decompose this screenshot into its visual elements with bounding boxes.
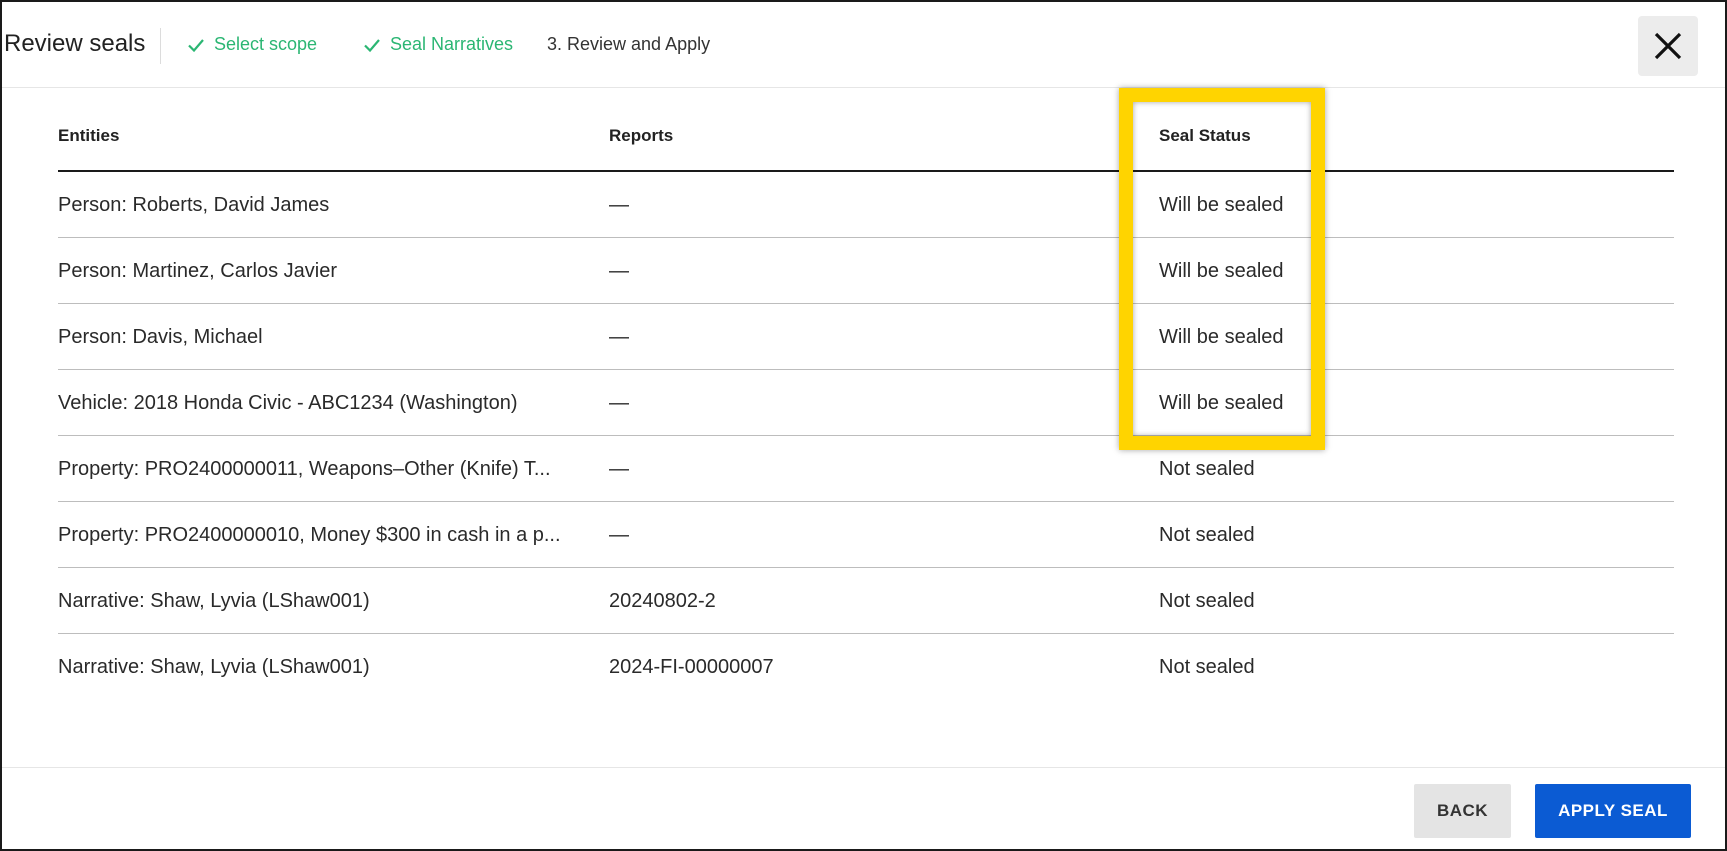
report-cell: — (609, 326, 629, 348)
entity-cell: Narrative: Shaw, Lyvia (LShaw001) (58, 656, 370, 678)
entity-cell: Person: Roberts, David James (58, 194, 330, 216)
entity-cell: Narrative: Shaw, Lyvia (LShaw001) (58, 590, 370, 612)
report-cell: — (609, 458, 629, 480)
status-cell: Will be sealed (1159, 392, 1284, 414)
report-cell: — (609, 524, 629, 546)
table-header: Entities Reports Seal Status (58, 102, 1674, 172)
step-select-scope[interactable]: Select scope (186, 34, 317, 55)
report-cell: 20240802-2 (609, 590, 716, 612)
step-review-and-apply: 3. Review and Apply (547, 34, 710, 55)
entity-cell: Person: Davis, Michael (58, 326, 263, 348)
step-label: Seal Narratives (390, 34, 514, 54)
report-cell: 2024-FI-00000007 (609, 656, 774, 678)
table-row: Person: Martinez, Carlos Javier — Will b… (58, 238, 1674, 304)
report-cell: — (609, 260, 629, 282)
entity-cell: Property: PRO2400000011, Weapons–Other (… (58, 458, 551, 480)
status-cell: Not sealed (1159, 524, 1255, 546)
dialog-footer: BACK APPLY SEAL (2, 767, 1725, 851)
step-seal-narratives[interactable]: Seal Narratives (362, 34, 513, 55)
back-button[interactable]: BACK (1414, 784, 1511, 838)
report-cell: — (609, 392, 629, 414)
table-row: Narrative: Shaw, Lyvia (LShaw001) 2024-F… (58, 634, 1674, 700)
table-row: Narrative: Shaw, Lyvia (LShaw001) 202408… (58, 568, 1674, 634)
check-icon (364, 38, 380, 52)
review-seals-dialog: Review seals Select scope Seal Narrative… (0, 0, 1727, 851)
status-cell: Not sealed (1159, 590, 1255, 612)
column-header-entities: Entities (58, 126, 120, 145)
status-cell: Will be sealed (1159, 194, 1284, 216)
table-row: Person: Roberts, David James — Will be s… (58, 172, 1674, 238)
status-cell: Will be sealed (1159, 260, 1284, 282)
column-header-reports: Reports (609, 126, 674, 145)
step-label: Select scope (214, 34, 318, 54)
column-header-seal-status: Seal Status (1159, 126, 1251, 145)
entity-cell: Person: Martinez, Carlos Javier (58, 260, 337, 282)
table-row: Person: Davis, Michael — Will be sealed (58, 304, 1674, 370)
entity-cell: Property: PRO2400000010, Money $300 in c… (58, 524, 561, 546)
status-cell: Not sealed (1159, 458, 1255, 480)
status-cell: Will be sealed (1159, 326, 1284, 348)
check-icon (188, 38, 204, 52)
apply-seal-button[interactable]: APPLY SEAL (1535, 784, 1691, 838)
table-row: Property: PRO2400000011, Weapons–Other (… (58, 436, 1674, 502)
seals-table: Entities Reports Seal Status Person: Rob… (58, 102, 1674, 700)
dialog-header: Review seals Select scope Seal Narrative… (2, 2, 1725, 88)
close-icon (1654, 32, 1682, 60)
status-cell: Not sealed (1159, 656, 1255, 678)
entity-cell: Vehicle: 2018 Honda Civic - ABC1234 (Was… (58, 392, 518, 414)
table-row: Vehicle: 2018 Honda Civic - ABC1234 (Was… (58, 370, 1674, 436)
step-label: 3. Review and Apply (547, 34, 711, 54)
close-button[interactable] (1638, 16, 1698, 76)
report-cell: — (609, 194, 629, 216)
dialog-title: Review seals (4, 30, 146, 57)
title-divider (160, 28, 161, 64)
table-row: Property: PRO2400000010, Money $300 in c… (58, 502, 1674, 568)
